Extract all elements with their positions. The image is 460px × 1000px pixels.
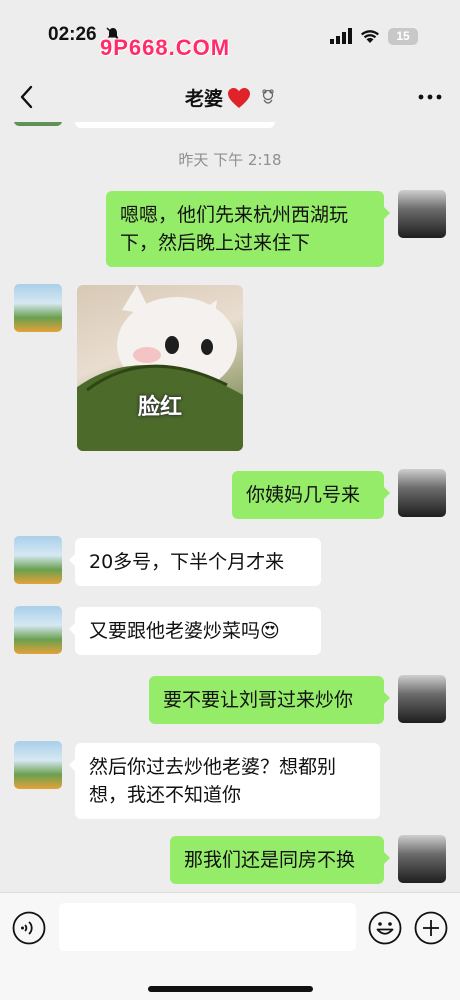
self-avatar[interactable] [398, 835, 446, 883]
chat-area[interactable]: 昨天 下午 2:18 嗯嗯，他们先来杭州西湖玩下，然后晚上过来住下 脸红 你姨妈… [0, 122, 460, 892]
avatar[interactable] [14, 122, 62, 126]
message-bubble-self[interactable]: 那我们还是同房不换 [170, 836, 390, 884]
battery-icon: 15 [388, 28, 418, 45]
plus-icon[interactable] [414, 911, 448, 945]
sticker-caption: 脸红 [137, 395, 182, 420]
emoji-icon[interactable] [368, 911, 402, 945]
wifi-icon [361, 30, 379, 43]
contact-avatar[interactable] [14, 284, 62, 332]
message-timestamp: 昨天 下午 2:18 [178, 151, 282, 169]
contact-avatar[interactable] [14, 536, 62, 584]
contact-avatar[interactable] [14, 606, 62, 654]
status-time: 02:26 [48, 24, 97, 45]
message-bubble-contact[interactable]: 20多号，下半个月才来 [69, 538, 321, 586]
contact-avatar[interactable] [14, 741, 62, 789]
self-avatar[interactable] [398, 675, 446, 723]
sticker-image[interactable]: 脸红 [77, 285, 243, 451]
home-indicator [148, 986, 313, 992]
message-bubble-self[interactable]: 嗯嗯，他们先来杭州西湖玩下，然后晚上过来住下 [106, 191, 390, 267]
bear-icon [262, 88, 274, 104]
nav-bar: 老婆 [0, 72, 460, 122]
message-bubble-self[interactable]: 要不要让刘哥过来炒你 [149, 676, 390, 724]
sticker-art [77, 285, 243, 451]
chat-title: 老婆 [0, 84, 460, 111]
input-bar [0, 892, 460, 1000]
message-bubble[interactable] [75, 122, 275, 128]
more-icon[interactable] [418, 94, 442, 100]
self-avatar[interactable] [398, 190, 446, 238]
contact-name: 老婆 [184, 88, 223, 110]
message-input[interactable] [59, 903, 356, 951]
status-bar: 02:26 9P668.COM 15 [0, 0, 460, 72]
heart-icon [228, 87, 250, 108]
message-bubble-contact[interactable]: 又要跟他老婆炒菜吗😍 [69, 607, 321, 655]
signal-icon [330, 28, 352, 44]
watermark: 9P668.COM [100, 35, 231, 60]
message-bubble-contact[interactable]: 然后你过去炒他老婆？想都别想，我还不知道你 [69, 743, 380, 819]
self-avatar[interactable] [398, 469, 446, 517]
voice-icon[interactable] [12, 911, 46, 945]
message-bubble-self[interactable]: 你姨妈几号来 [232, 471, 390, 519]
